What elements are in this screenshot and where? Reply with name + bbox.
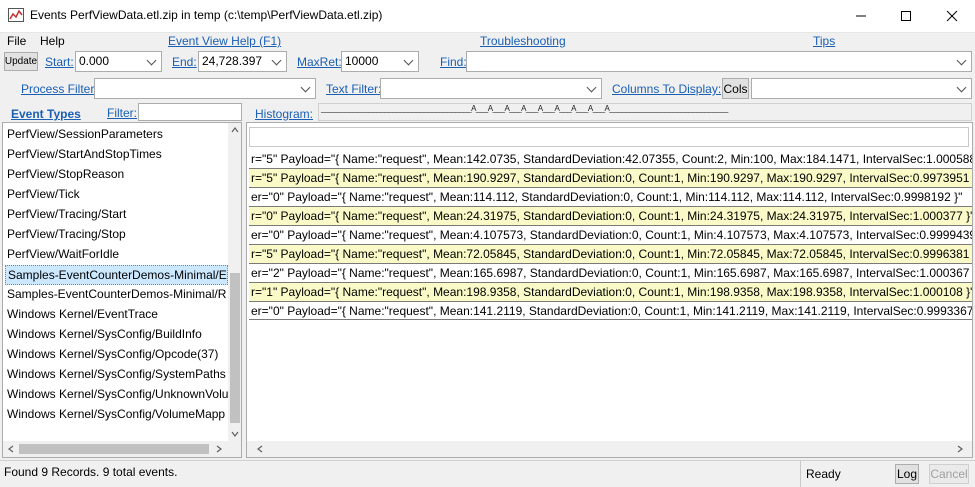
table-row[interactable]: er="0" Payload="{ Name:"request", Mean:4…	[249, 226, 972, 244]
end-label[interactable]: End:	[172, 55, 197, 69]
scroll-down-icon[interactable]	[231, 431, 239, 437]
list-item[interactable]: Windows Kernel/SysConfig/Opcode(37)	[7, 344, 218, 364]
list-item[interactable]: Windows Kernel/SysConfig/BuildInfo	[7, 324, 202, 344]
chevron-down-icon	[403, 55, 414, 66]
list-item[interactable]: PerfView/WaitForIdle	[7, 244, 119, 264]
chevron-down-icon	[956, 82, 967, 93]
cols-button[interactable]: Cols	[722, 78, 749, 99]
table-row[interactable]: r="5" Payload="{ Name:"request", Mean:72…	[249, 244, 972, 264]
list-item[interactable]: Samples-EventCounterDemos-Minimal/R	[7, 284, 226, 304]
histogram-value: ______________________________________A_…	[321, 104, 728, 113]
process-filter-label[interactable]: Process Filter:	[21, 82, 98, 96]
status-bar: Found 9 Records. 9 total events. Ready L…	[0, 460, 975, 487]
event-filter-label[interactable]: Filter:	[107, 106, 137, 120]
maximize-icon	[901, 10, 911, 21]
text-filter-label[interactable]: Text Filter:	[326, 82, 381, 96]
find-label[interactable]: Find:	[440, 55, 467, 69]
minimize-button[interactable]	[838, 0, 884, 31]
window-title: Events PerfViewData.etl.zip in temp (c:\…	[30, 8, 383, 22]
maxret-value: 10000	[345, 54, 379, 68]
status-message: Found 9 Records. 9 total events.	[4, 465, 178, 479]
list-item[interactable]: PerfView/StopReason	[7, 164, 124, 184]
table-row[interactable]: r="5" Payload="{ Name:"request", Mean:14…	[249, 150, 972, 168]
troubleshooting-link[interactable]: Troubleshooting	[480, 34, 566, 48]
close-icon	[946, 10, 958, 21]
list-item[interactable]: Windows Kernel/SysConfig/UnknownVolu	[7, 384, 228, 404]
maxret-combo[interactable]: 10000	[341, 51, 419, 72]
close-button[interactable]	[929, 0, 975, 31]
chevron-down-icon	[146, 55, 157, 66]
table-row[interactable]: r="0" Payload="{ Name:"request", Mean:24…	[249, 206, 972, 226]
chevron-down-icon	[586, 82, 597, 93]
histogram-label[interactable]: Histogram:	[255, 107, 313, 121]
chevron-down-icon	[271, 55, 282, 66]
start-label[interactable]: Start:	[45, 55, 74, 69]
event-list-horizontal-scrollbar[interactable]	[3, 441, 241, 457]
table-row[interactable]: r="1" Payload="{ Name:"request", Mean:19…	[249, 282, 972, 302]
chevron-down-icon	[956, 55, 967, 66]
menu-file[interactable]: File	[7, 34, 26, 48]
event-types-list[interactable]: PerfView/SessionParameters PerfView/Star…	[2, 122, 242, 458]
log-button[interactable]: Log	[895, 464, 919, 484]
maxret-label[interactable]: MaxRet:	[297, 55, 342, 69]
scroll-right-icon[interactable]	[957, 445, 963, 453]
minimize-icon	[856, 15, 866, 16]
grid-horizontal-scrollbar[interactable]	[247, 441, 972, 457]
scrollbar-thumb[interactable]	[230, 273, 240, 423]
list-item[interactable]: PerfView/Tracing/Start	[7, 204, 126, 224]
end-combo[interactable]: 24,728.397	[198, 51, 287, 72]
table-row[interactable]: r="5" Payload="{ Name:"request", Mean:19…	[249, 168, 972, 188]
list-item[interactable]: PerfView/Tracing/Stop	[7, 224, 126, 244]
event-list-vertical-scrollbar[interactable]	[228, 123, 241, 441]
start-value: 0.000	[79, 54, 110, 68]
table-row[interactable]: er="2" Payload="{ Name:"request", Mean:1…	[249, 264, 972, 282]
start-combo[interactable]: 0.000	[75, 51, 162, 72]
menu-help[interactable]: Help	[40, 34, 65, 48]
process-filter-combo[interactable]	[94, 78, 316, 99]
list-item[interactable]: Windows Kernel/EventTrace	[7, 304, 158, 324]
title-bar: Events PerfViewData.etl.zip in temp (c:\…	[0, 0, 975, 33]
text-filter-combo[interactable]	[380, 78, 602, 99]
event-filter-input[interactable]	[138, 103, 242, 121]
list-item[interactable]: PerfView/StartAndStopTimes	[7, 144, 162, 164]
grid-header	[249, 127, 969, 147]
list-item[interactable]: Windows Kernel/SysConfig/VolumeMapp	[7, 404, 225, 424]
chevron-down-icon	[300, 82, 311, 93]
scrollbar-thumb[interactable]	[19, 444, 209, 454]
list-item[interactable]: Windows Kernel/SysConfig/SystemPaths	[7, 364, 226, 384]
columns-to-display-label[interactable]: Columns To Display:	[612, 82, 721, 96]
tips-link[interactable]: Tips	[813, 34, 835, 48]
list-item-selected[interactable]: Samples-EventCounterDemos-Minimal/E	[5, 265, 228, 285]
end-value: 24,728.397	[202, 54, 263, 68]
list-item[interactable]: PerfView/Tick	[7, 184, 80, 204]
histogram-box: ______________________________________A_…	[318, 103, 972, 121]
maximize-button[interactable]	[883, 0, 929, 31]
event-types-label[interactable]: Event Types	[11, 107, 81, 121]
list-item[interactable]: PerfView/SessionParameters	[7, 124, 163, 144]
find-combo[interactable]	[466, 51, 972, 72]
event-view-help-link[interactable]: Event View Help (F1)	[168, 34, 281, 48]
table-row[interactable]: er="0" Payload="{ Name:"request", Mean:1…	[249, 302, 972, 320]
table-row[interactable]: er="0" Payload="{ Name:"request", Mean:1…	[249, 188, 972, 206]
status-state: Ready	[806, 467, 841, 481]
cancel-button[interactable]: Cancel	[929, 464, 969, 484]
columns-combo[interactable]	[751, 78, 972, 99]
scroll-right-icon[interactable]	[216, 445, 222, 453]
update-button[interactable]: Update	[4, 52, 38, 71]
app-chart-icon	[8, 8, 24, 22]
scroll-left-icon[interactable]	[8, 445, 14, 453]
scroll-left-icon[interactable]	[257, 445, 263, 453]
status-divider	[800, 461, 801, 487]
events-grid[interactable]: r="5" Payload="{ Name:"request", Mean:14…	[246, 122, 973, 458]
scroll-up-icon[interactable]	[231, 127, 239, 133]
